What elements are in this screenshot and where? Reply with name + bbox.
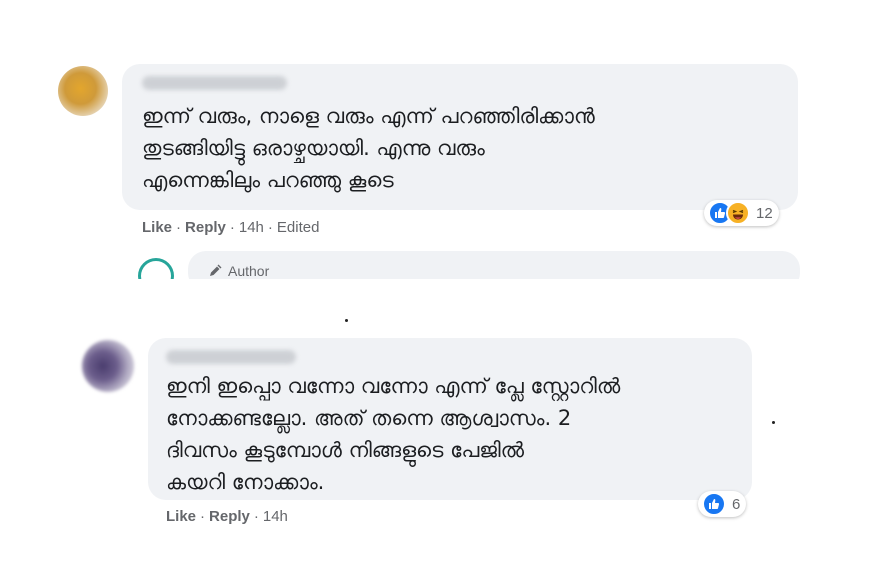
- commenter-avatar[interactable]: [82, 340, 134, 392]
- commenter-name-blurred[interactable]: [142, 76, 287, 90]
- commenter-avatar[interactable]: [58, 66, 108, 116]
- comment-line: എന്നെങ്കിലും പറഞ്ഞു കൂടെ: [142, 168, 394, 192]
- comment-line: ഇനി ഇപ്പൊ വന്നോ വന്നോ എന്ന് പ്ലേ സ്റ്റോറ…: [166, 374, 621, 398]
- commenter-name-blurred[interactable]: [166, 350, 296, 364]
- comment-line: ഇന്ന് വരും, നാളെ വരും എന്ന് പറഞ്ഞിരിക്കാ…: [142, 104, 595, 128]
- reply-link[interactable]: Reply: [185, 219, 226, 236]
- reaction-count: 12: [756, 204, 773, 222]
- author-label: Author: [228, 263, 270, 279]
- separator-dot: ·: [229, 219, 235, 236]
- separator-dot: ·: [176, 219, 182, 236]
- separator-dot: ·: [253, 508, 259, 525]
- reaction-summary[interactable]: 12: [704, 200, 779, 226]
- reply-link[interactable]: Reply: [209, 508, 250, 525]
- crop-mask: [0, 279, 875, 319]
- like-link[interactable]: Like: [166, 508, 196, 525]
- comment-line: കയറി നോക്കാം.: [166, 470, 325, 494]
- comment-actions: Like · Reply · 14h · Edited: [142, 219, 319, 236]
- like-icon: [702, 492, 726, 516]
- like-link[interactable]: Like: [142, 219, 172, 236]
- timestamp[interactable]: 14h: [239, 219, 264, 236]
- separator-dot: ·: [200, 508, 206, 525]
- haha-icon: [726, 201, 750, 225]
- stray-dot: [772, 421, 775, 424]
- separator-dot: ·: [267, 219, 273, 236]
- stray-dot: [345, 319, 348, 322]
- timestamp[interactable]: 14h: [263, 508, 288, 525]
- comment-line: തുടങ്ങിയിട്ടു ഒരാഴ്ചയായി. എന്നു വരും: [142, 136, 485, 160]
- edited-label[interactable]: Edited: [277, 219, 320, 236]
- author-badge: Author: [208, 263, 269, 279]
- reaction-summary[interactable]: 6: [698, 491, 747, 517]
- pencil-icon: [210, 264, 222, 276]
- comment-line: നോക്കണ്ടല്ലോ. അത് തന്നെ ആശ്വാസം. 2: [166, 406, 572, 430]
- reaction-count: 6: [732, 495, 741, 513]
- comment-actions: Like · Reply · 14h: [166, 508, 288, 525]
- comment-line: ദിവസം കൂടുമ്പോൾ നിങ്ങളുടെ പേജിൽ: [166, 438, 525, 462]
